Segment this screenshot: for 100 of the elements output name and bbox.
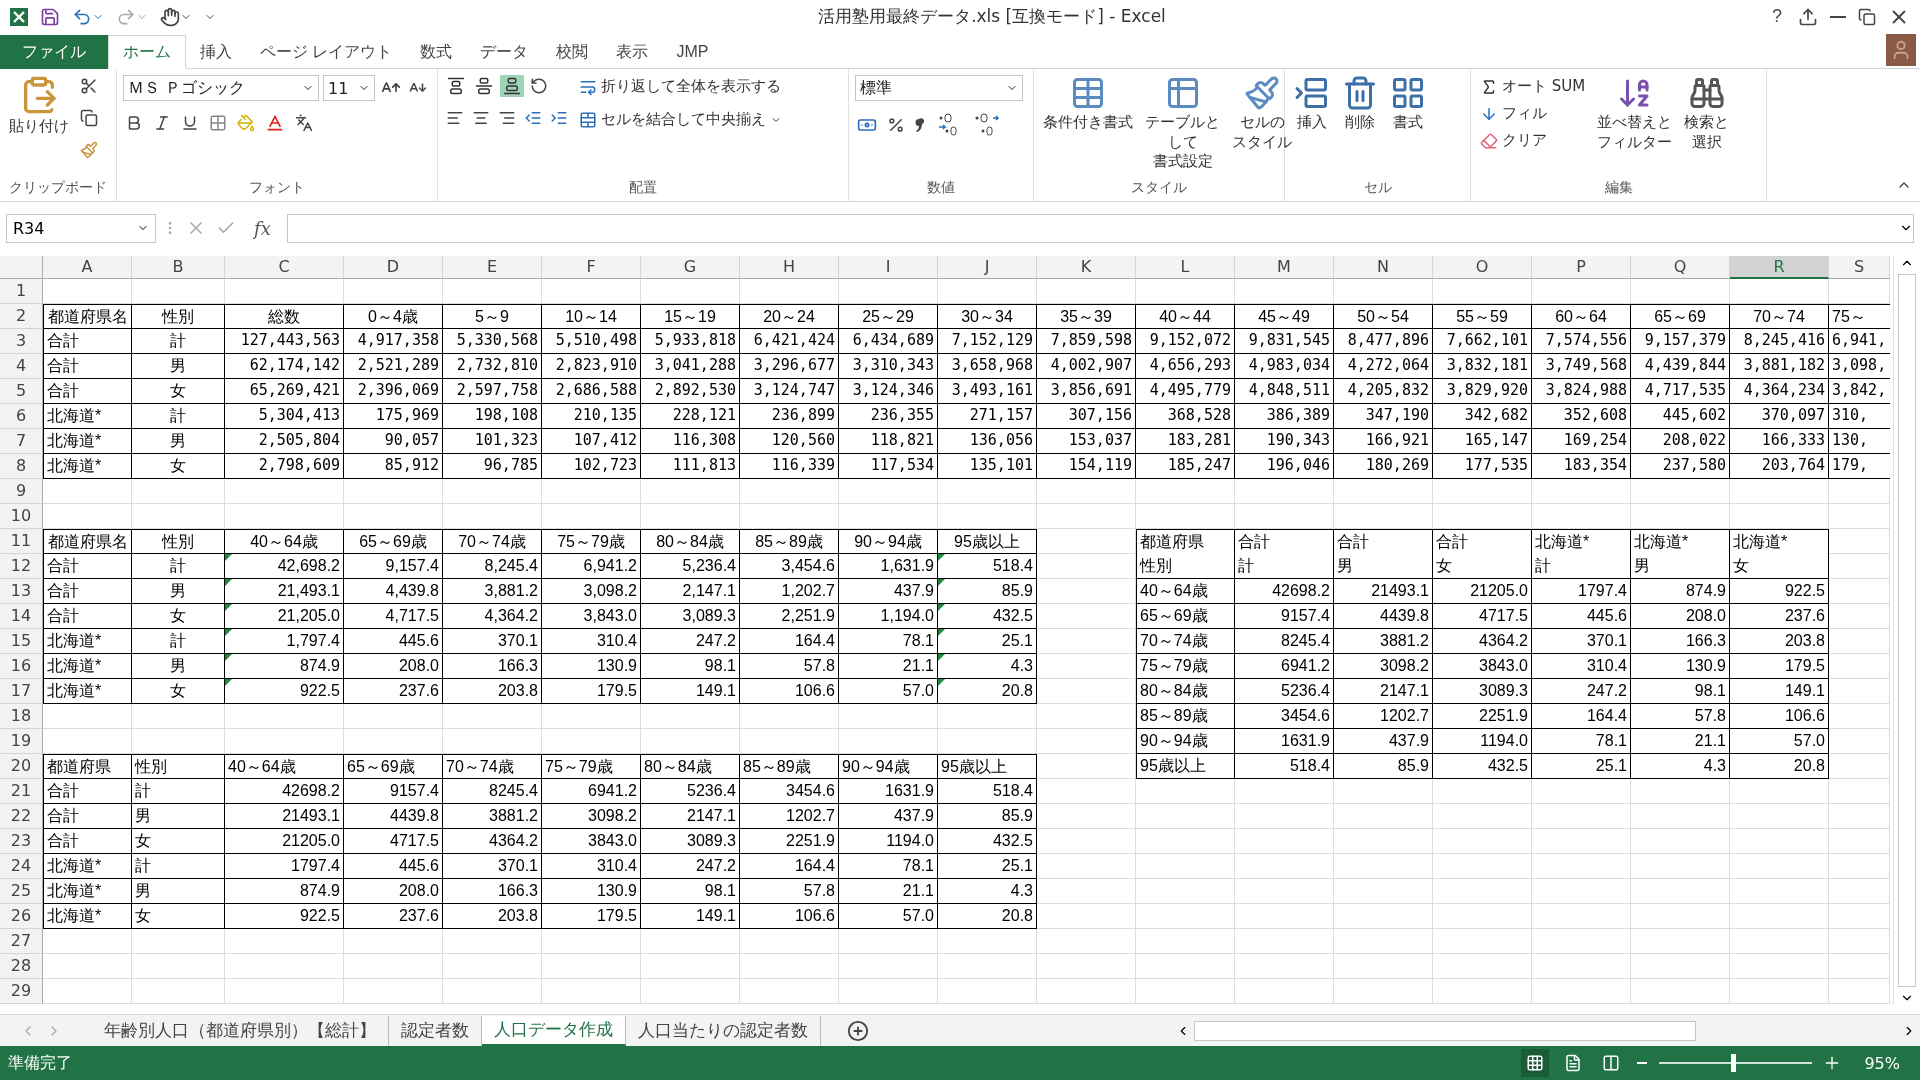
wrap-text-button[interactable]: 折り返して全体を表示する [576,75,785,99]
table-cell: 177,535 [1433,453,1532,479]
row-number[interactable]: 6 [0,403,43,429]
row-number[interactable]: 25 [0,878,43,904]
ribbon-tab[interactable]: JMP [662,35,723,70]
row-number[interactable]: 18 [0,703,43,729]
column-header[interactable]: L [1136,255,1235,279]
column-header[interactable]: M [1235,255,1334,279]
row-number[interactable]: 3 [0,328,43,354]
row-number[interactable]: 28 [0,953,43,979]
ribbon-tab[interactable]: 校閲 [542,35,603,70]
row-number[interactable]: 1 [0,278,43,304]
column-header[interactable]: O [1433,255,1532,279]
header-cell: 90～94歳 [839,753,938,779]
ribbon-tab[interactable]: ホーム [108,35,186,70]
table-cell: 1,631.9 [839,553,938,579]
style-button[interactable]: 条件付き書式 [1040,75,1136,133]
paste-button[interactable]: 貼り付け [6,75,72,137]
column-header[interactable]: H [740,255,839,279]
row-number[interactable]: 19 [0,728,43,754]
column-header[interactable]: P [1532,255,1631,279]
cells-button[interactable]: 削除 [1339,75,1381,133]
column-header[interactable]: A [43,255,132,279]
table-cell: 149.1 [641,678,740,704]
ribbon-tab[interactable]: 表示 [602,35,663,70]
font-size-field[interactable]: 11 [323,75,375,102]
error-indicator-icon[interactable] [225,553,232,561]
row-number[interactable]: 13 [0,578,43,604]
row-number[interactable]: 23 [0,828,43,854]
table-cell: 女 [132,603,225,629]
font-name-field[interactable]: ＭＳ Ｐゴシック [123,75,319,102]
column-header[interactable]: S [1829,255,1890,279]
error-indicator-icon[interactable] [938,678,945,686]
row-number[interactable]: 11 [0,528,43,554]
row-number[interactable]: 27 [0,928,43,954]
zoom-level[interactable]: 95% [1852,1053,1912,1073]
error-indicator-icon[interactable] [225,628,232,636]
row-number[interactable]: 5 [0,378,43,404]
ribbon-tab[interactable]: データ [466,35,543,70]
error-indicator-icon[interactable] [938,628,945,636]
column-header[interactable]: G [641,255,740,279]
row-number[interactable]: 10 [0,503,43,529]
find-select-button[interactable]: 検索と選択 [1681,75,1733,153]
column-header[interactable]: J [938,255,1037,279]
error-indicator-icon[interactable] [225,653,232,661]
column-header[interactable]: C [225,255,344,279]
row-number[interactable]: 21 [0,778,43,804]
column-header[interactable]: I [839,255,938,279]
row-number[interactable]: 14 [0,603,43,629]
fill-button[interactable]: フィル [1477,102,1589,126]
vertical-align-button[interactable] [500,75,524,98]
clear-button[interactable]: クリア [1477,129,1589,153]
row-number[interactable]: 26 [0,903,43,929]
insert-function-button[interactable]: fx [244,217,281,239]
column-header[interactable]: N [1334,255,1433,279]
error-indicator-icon[interactable] [225,603,232,611]
sheet-tab[interactable]: 人口データ作成 [482,1015,626,1046]
name-box[interactable]: R34 [6,213,156,243]
ribbon-tab[interactable]: 挿入 [186,35,246,70]
column-header[interactable]: R [1730,255,1829,279]
avatar-icon[interactable] [1886,33,1916,66]
row-number[interactable]: 2 [0,303,43,329]
row-number[interactable]: 20 [0,753,43,779]
row-number[interactable]: 29 [0,978,43,1004]
error-indicator-icon[interactable] [938,553,945,561]
row-number[interactable]: 9 [0,478,43,504]
ribbon-tab[interactable]: ページ レイアウト [246,35,407,70]
column-header[interactable]: K [1037,255,1136,279]
ribbon-tab[interactable]: 数式 [406,35,467,70]
error-indicator-icon[interactable] [938,653,945,661]
row-number[interactable]: 12 [0,553,43,579]
error-indicator-icon[interactable] [225,678,232,686]
row-number[interactable]: 22 [0,803,43,829]
column-header[interactable]: B [132,255,225,279]
file-tab[interactable]: ファイル [0,35,108,70]
merge-center-button[interactable]: セルを結合して中央揃え [576,108,785,132]
number-format-field[interactable]: 標準 [855,75,1023,102]
column-header[interactable]: D [344,255,443,279]
sort-filter-button[interactable]: 並べ替えとフィルター [1594,75,1676,153]
error-indicator-icon[interactable] [938,603,945,611]
column-header[interactable]: F [542,255,641,279]
autosum-button[interactable]: オート SUM [1477,75,1589,99]
error-indicator-icon[interactable] [225,578,232,586]
sheet-tab[interactable]: 人口当たりの認定者数 [626,1015,821,1046]
row-number[interactable]: 7 [0,428,43,454]
row-number[interactable]: 16 [0,653,43,679]
error-indicator-icon[interactable] [938,578,945,586]
normal-view-button[interactable] [1521,1049,1550,1078]
help-button[interactable]: ? [1766,6,1788,28]
style-button[interactable]: テーブルとして書式設定 [1142,75,1223,172]
sheet-tab[interactable]: 年齢別人口（都道府県別）【総計】 [92,1015,389,1046]
cells-button[interactable]: 書式 [1387,75,1429,133]
row-number[interactable]: 17 [0,678,43,704]
row-number[interactable]: 8 [0,453,43,479]
column-header[interactable]: Q [1631,255,1730,279]
row-number[interactable]: 15 [0,628,43,654]
column-header[interactable]: E [443,255,542,279]
row-number[interactable]: 24 [0,853,43,879]
row-number[interactable]: 4 [0,353,43,379]
formula-field[interactable] [286,213,1914,243]
